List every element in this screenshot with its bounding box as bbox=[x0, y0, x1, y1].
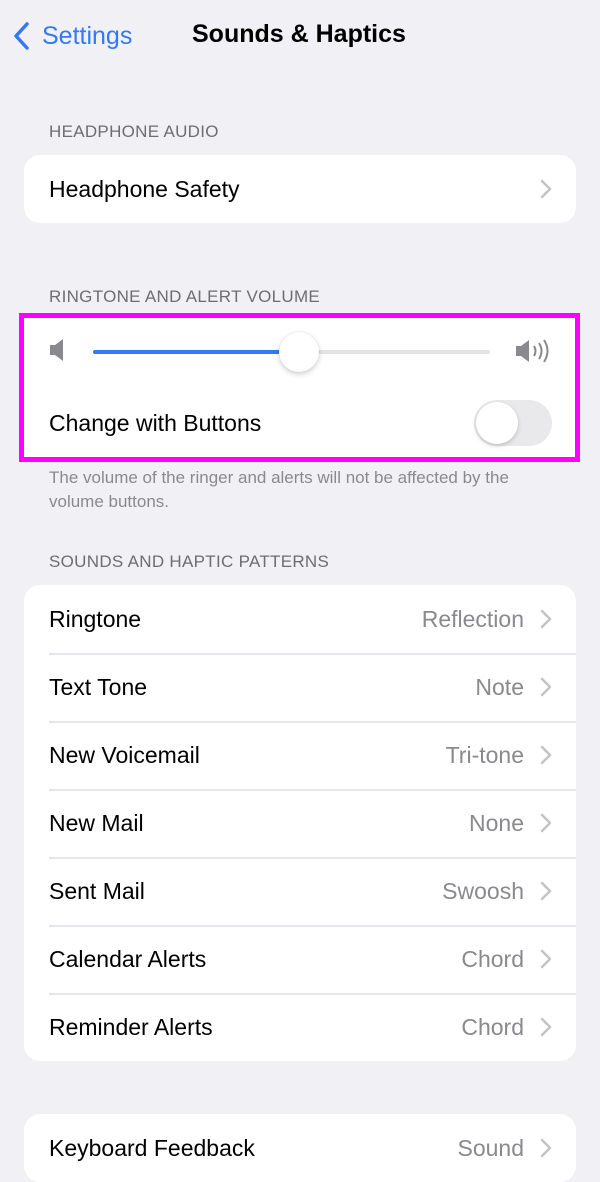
sounds-patterns-group: Ringtone Reflection Text Tone Note New V… bbox=[24, 585, 576, 1061]
row-label: New Voicemail bbox=[49, 741, 200, 768]
row-value: None bbox=[469, 809, 524, 836]
chevron-right-icon bbox=[540, 677, 552, 697]
row-value: Chord bbox=[461, 1013, 524, 1040]
row-label: Sent Mail bbox=[49, 877, 145, 904]
change-with-buttons-toggle[interactable] bbox=[474, 400, 552, 446]
navigation-bar: Settings Sounds & Haptics bbox=[0, 0, 600, 72]
toggle-knob bbox=[476, 402, 518, 444]
section-footer-note: The volume of the ringer and alerts will… bbox=[49, 468, 509, 511]
section-header-sounds-patterns: SOUNDS AND HAPTIC PATTERNS bbox=[49, 552, 330, 571]
back-button-label: Settings bbox=[42, 21, 133, 50]
feedback-group: Keyboard Feedback Sound bbox=[24, 1114, 576, 1182]
row-label: New Mail bbox=[49, 809, 144, 836]
row-label: Text Tone bbox=[49, 673, 148, 700]
row-value: Reflection bbox=[421, 605, 524, 632]
row-value: Sound bbox=[457, 1134, 524, 1161]
row-label: Reminder Alerts bbox=[49, 1013, 213, 1040]
row-new-mail[interactable]: New Mail None bbox=[24, 789, 576, 857]
ringtone-volume-group: Change with Buttons bbox=[24, 313, 576, 457]
row-value: Swoosh bbox=[442, 877, 524, 904]
chevron-right-icon bbox=[540, 1017, 552, 1037]
chevron-right-icon bbox=[540, 881, 552, 901]
volume-slider-fill bbox=[93, 350, 300, 354]
row-label: Change with Buttons bbox=[49, 409, 262, 436]
volume-slider[interactable] bbox=[93, 332, 490, 372]
row-keyboard-feedback[interactable]: Keyboard Feedback Sound bbox=[24, 1114, 576, 1182]
speaker-high-icon bbox=[516, 339, 549, 363]
chevron-right-icon bbox=[540, 745, 552, 765]
chevron-right-icon bbox=[540, 609, 552, 629]
row-sent-mail[interactable]: Sent Mail Swoosh bbox=[24, 857, 576, 925]
row-value: Note bbox=[475, 673, 524, 700]
row-label: Keyboard Feedback bbox=[49, 1134, 255, 1161]
back-button[interactable]: Settings bbox=[12, 18, 132, 54]
row-value: Chord bbox=[461, 945, 524, 972]
row-change-with-buttons: Change with Buttons bbox=[24, 389, 576, 457]
row-ringtone[interactable]: Ringtone Reflection bbox=[24, 585, 576, 653]
section-header-headphone-audio: HEADPHONE AUDIO bbox=[49, 122, 219, 141]
chevron-left-icon bbox=[14, 22, 29, 50]
row-reminder-alerts[interactable]: Reminder Alerts Chord bbox=[24, 993, 576, 1061]
row-calendar-alerts[interactable]: Calendar Alerts Chord bbox=[24, 925, 576, 993]
headphone-audio-group: Headphone Safety bbox=[24, 155, 576, 223]
row-label: Headphone Safety bbox=[49, 175, 240, 202]
volume-slider-row bbox=[24, 313, 576, 389]
row-label: Ringtone bbox=[49, 605, 142, 632]
row-value: Tri-tone bbox=[445, 741, 524, 768]
volume-slider-thumb[interactable] bbox=[279, 332, 320, 372]
row-text-tone[interactable]: Text Tone Note bbox=[24, 653, 576, 721]
chevron-right-icon bbox=[540, 813, 552, 833]
chevron-right-icon bbox=[540, 179, 552, 199]
section-header-ringtone-volume: RINGTONE AND ALERT VOLUME bbox=[49, 287, 321, 306]
row-new-voicemail[interactable]: New Voicemail Tri-tone bbox=[24, 721, 576, 789]
row-label: Calendar Alerts bbox=[49, 945, 207, 972]
row-headphone-safety[interactable]: Headphone Safety bbox=[24, 155, 576, 223]
speaker-low-icon bbox=[50, 339, 63, 361]
chevron-right-icon bbox=[540, 1138, 552, 1158]
chevron-right-icon bbox=[540, 949, 552, 969]
